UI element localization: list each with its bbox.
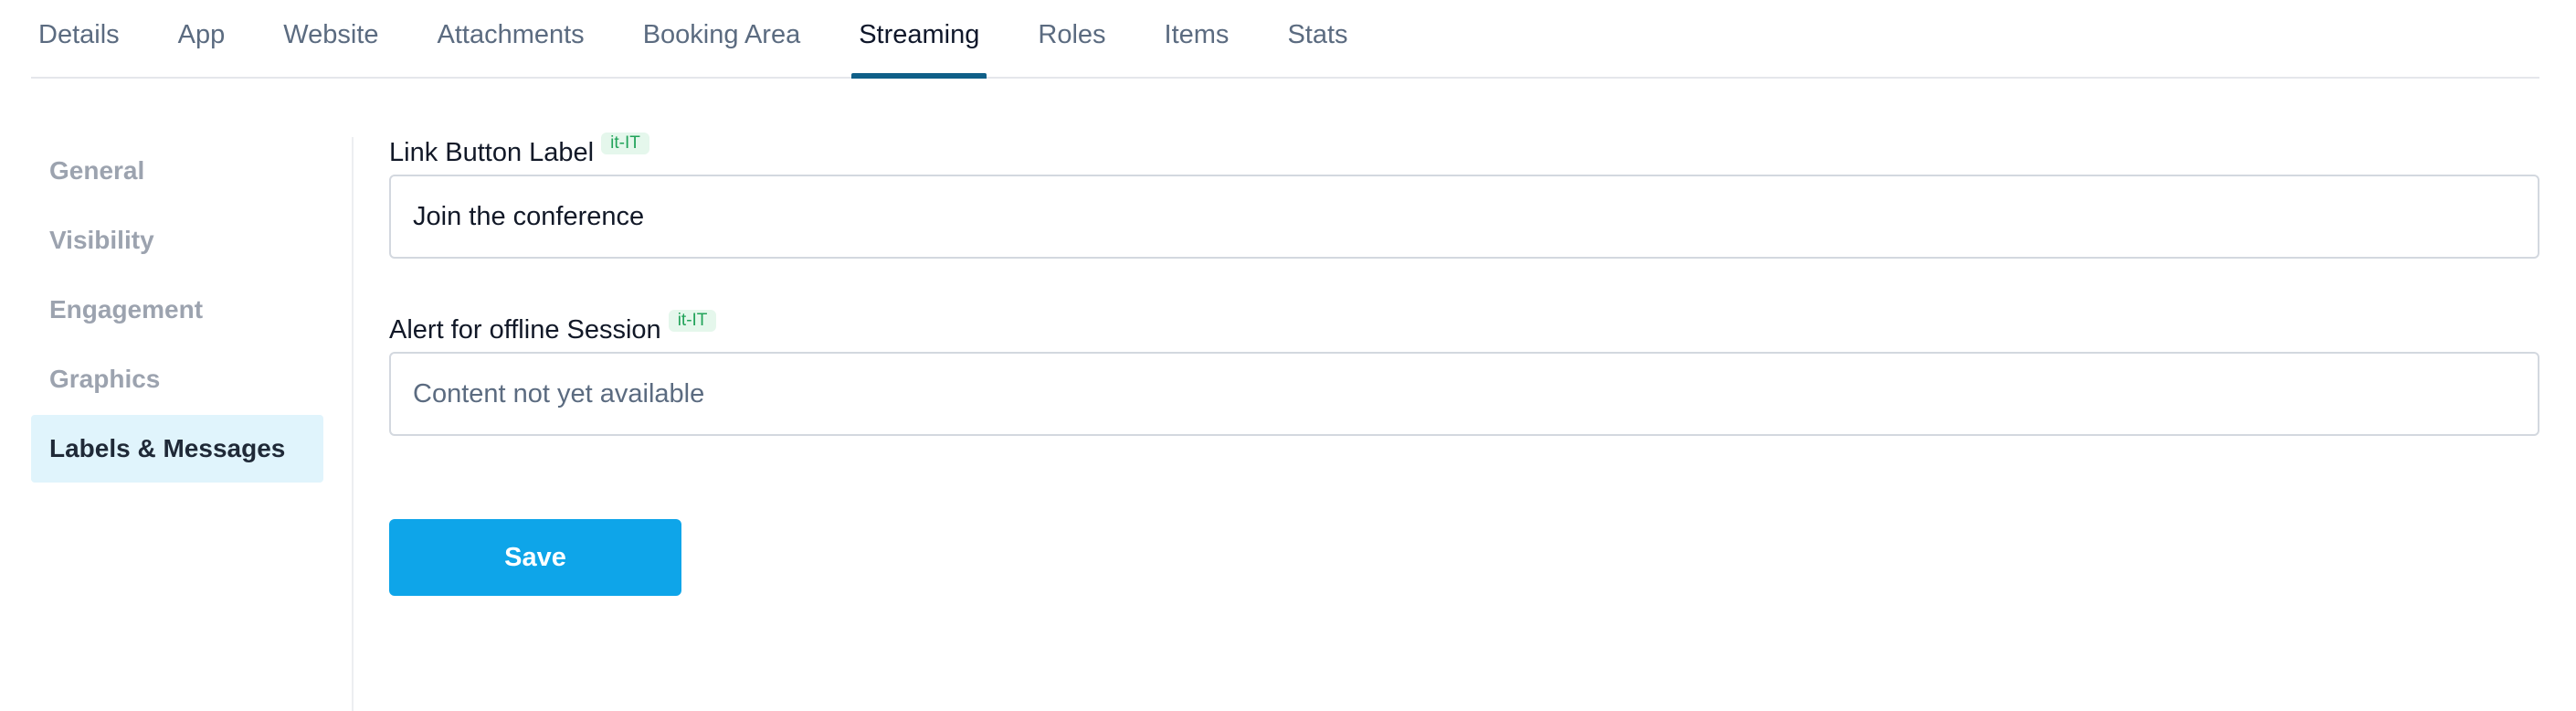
- link-button-input[interactable]: [389, 175, 2539, 259]
- labels-messages-form: Link Button Label it-IT Alert for offlin…: [389, 133, 2539, 487]
- save-button[interactable]: Save: [389, 519, 681, 596]
- offline-alert-field: Alert for offline Session it-IT: [389, 310, 2539, 436]
- tab-roles[interactable]: Roles: [1030, 0, 1113, 77]
- link-button-label-text: Link Button Label: [389, 138, 595, 167]
- streaming-settings-page: Details App Website Attachments Booking …: [0, 0, 2576, 711]
- sidebar-item-general[interactable]: General: [31, 137, 323, 205]
- settings-sidebar: General Visibility Engagement Graphics L…: [31, 137, 323, 484]
- tab-details[interactable]: Details: [31, 0, 127, 77]
- link-button-field: Link Button Label it-IT: [389, 133, 2539, 259]
- locale-badge: it-IT: [601, 133, 649, 154]
- sidebar-item-labels-messages[interactable]: Labels & Messages: [31, 415, 323, 483]
- tab-attachments[interactable]: Attachments: [430, 0, 592, 77]
- sidebar-item-graphics[interactable]: Graphics: [31, 345, 323, 413]
- sidebar-divider: [352, 137, 354, 711]
- tab-streaming[interactable]: Streaming: [851, 0, 987, 79]
- tab-website[interactable]: Website: [276, 0, 385, 77]
- tab-items[interactable]: Items: [1157, 0, 1237, 77]
- tab-booking-area[interactable]: Booking Area: [636, 0, 808, 77]
- offline-alert-input[interactable]: [389, 352, 2539, 436]
- offline-alert-label-text: Alert for offline Session: [389, 315, 661, 345]
- sidebar-item-engagement[interactable]: Engagement: [31, 276, 323, 344]
- tab-stats[interactable]: Stats: [1280, 0, 1355, 77]
- sidebar-item-visibility[interactable]: Visibility: [31, 207, 323, 274]
- link-button-label: Link Button Label it-IT: [389, 133, 2539, 175]
- tab-app[interactable]: App: [171, 0, 233, 77]
- locale-badge: it-IT: [668, 310, 717, 332]
- top-tab-bar: Details App Website Attachments Booking …: [31, 0, 2539, 79]
- offline-alert-label: Alert for offline Session it-IT: [389, 310, 2539, 352]
